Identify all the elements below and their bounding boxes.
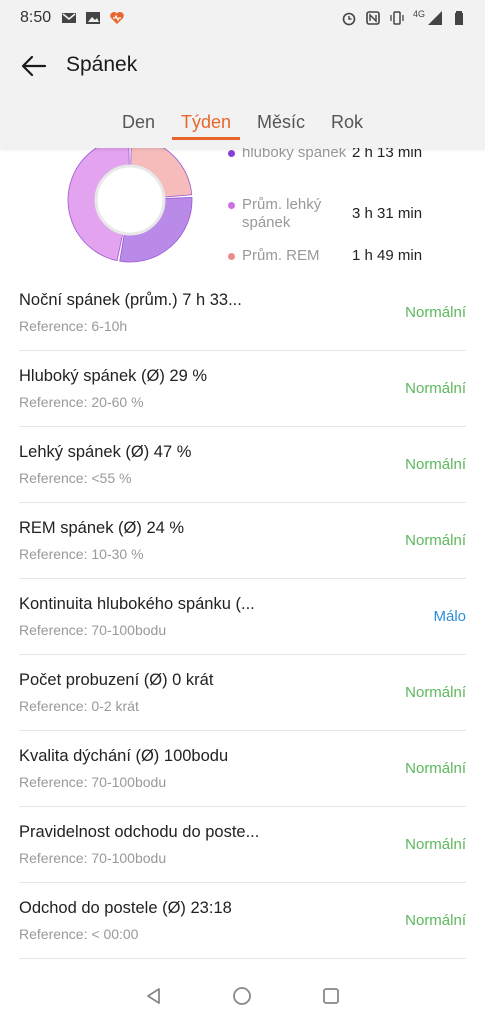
item-reference: Reference: <55 % <box>19 470 132 486</box>
item-title: Hluboký spánek (Ø) 29 % <box>19 367 208 385</box>
tab-day[interactable]: Den <box>109 106 168 140</box>
network-type-label: 4G <box>412 9 425 19</box>
system-nav-bar <box>0 968 485 1024</box>
legend-deep-sleep: hluboký spánek 2 h 13 min <box>228 148 422 162</box>
item-reference: Reference: 20-60 % <box>19 394 144 410</box>
sleep-content[interactable]: hluboký spánek 2 h 13 min Prům. lehký sp… <box>0 148 485 968</box>
item-reference: Reference: 0-2 krát <box>19 698 139 714</box>
legend-dot-deep <box>228 150 235 157</box>
status-time: 8:50 <box>20 9 52 26</box>
item-reference: Reference: 70-100bodu <box>19 774 167 790</box>
tab-year[interactable]: Rok <box>318 106 376 140</box>
list-item-bedtime-regularity[interactable]: Pravidelnost odchodu do poste... Referen… <box>19 807 466 883</box>
list-item-night-sleep[interactable]: Noční spánek (prům.) 7 h 33... Reference… <box>19 275 466 351</box>
list-item-bedtime[interactable]: Odchod do postele (Ø) 23:18 Reference: <… <box>19 883 466 959</box>
app-header: Spánek Den Týden Měsíc Rok <box>0 36 485 148</box>
legend-label-deep: hluboký spánek <box>242 148 347 161</box>
list-item-wake-count[interactable]: Počet probuzení (Ø) 0 krát Reference: 0-… <box>19 655 466 731</box>
battery-icon <box>455 11 463 25</box>
status-badge: Normální <box>405 304 466 321</box>
item-title: REM spánek (Ø) 24 % <box>19 519 185 537</box>
period-tabs: Den Týden Měsíc Rok <box>0 106 485 146</box>
nfc-icon <box>366 11 380 25</box>
legend-value-rem: 1 h 49 min <box>352 247 423 264</box>
list-item-breathing-quality[interactable]: Kvalita dýchání (Ø) 100bodu Reference: 7… <box>19 731 466 807</box>
legend-value-deep: 2 h 13 min <box>352 148 423 161</box>
item-title: Kontinuita hlubokého spánku (... <box>19 595 255 613</box>
nav-recents-button[interactable] <box>317 982 345 1010</box>
legend-rem: Prům. REM 1 h 49 min <box>228 247 422 265</box>
item-reference: Reference: 70-100bodu <box>19 622 167 638</box>
list-item-deep-sleep-continuity[interactable]: Kontinuita hlubokého spánku (... Referen… <box>19 579 466 655</box>
square-recents-icon <box>322 988 339 1004</box>
sleep-donut-chart <box>67 148 193 263</box>
item-reference: Reference: 70-100bodu <box>19 850 167 866</box>
back-button[interactable] <box>14 48 54 84</box>
status-badge: Normální <box>405 456 466 473</box>
item-title: Noční spánek (prům.) 7 h 33... <box>19 291 242 309</box>
sleep-structure-summary: hluboký spánek 2 h 13 min Prům. lehký sp… <box>0 148 485 272</box>
item-reference: Reference: 6-10h <box>19 318 128 334</box>
triangle-back-icon <box>147 988 161 1004</box>
legend-label-rem: Prům. REM <box>242 247 320 264</box>
item-title: Pravidelnost odchodu do poste... <box>19 823 260 841</box>
legend-dot-rem <box>228 253 235 260</box>
vibrate-icon <box>390 11 404 25</box>
legend-light-sleep: Prům. lehký spánek 3 h 31 min <box>228 196 422 232</box>
gallery-icon <box>86 12 101 24</box>
item-title: Odchod do postele (Ø) 23:18 <box>19 899 232 917</box>
list-item-rem-sleep[interactable]: REM spánek (Ø) 24 % Reference: 10-30 % N… <box>19 503 466 579</box>
circle-home-icon <box>233 987 252 1005</box>
legend-label-light: Prům. lehký spánek <box>242 196 322 231</box>
item-reference: Reference: 10-30 % <box>19 546 144 562</box>
arrow-left-icon <box>21 55 47 77</box>
status-bar: 8:50 4G <box>0 0 485 36</box>
item-reference: Reference: < 00:00 <box>19 926 139 942</box>
item-title: Kvalita dýchání (Ø) 100bodu <box>19 747 229 765</box>
legend-dot-light <box>228 202 235 209</box>
status-badge: Normální <box>405 836 466 853</box>
page-title: Spánek <box>66 53 138 76</box>
status-badge: Normální <box>405 684 466 701</box>
tab-week[interactable]: Týden <box>168 106 244 140</box>
gmail-icon <box>62 13 77 23</box>
donut-center <box>94 164 166 236</box>
signal-icon <box>428 11 442 25</box>
list-item-deep-sleep[interactable]: Hluboký spánek (Ø) 29 % Reference: 20-60… <box>19 351 466 427</box>
status-badge: Normální <box>405 532 466 549</box>
alarm-icon <box>342 12 356 26</box>
legend-value-light: 3 h 31 min <box>352 205 423 222</box>
health-app-icon <box>110 12 124 24</box>
item-title: Lehký spánek (Ø) 47 % <box>19 443 192 461</box>
list-item-light-sleep[interactable]: Lehký spánek (Ø) 47 % Reference: <55 % N… <box>19 427 466 503</box>
status-badge: Normální <box>405 380 466 397</box>
tab-month[interactable]: Měsíc <box>244 106 318 140</box>
status-badge: Normální <box>405 760 466 777</box>
status-badge: Málo <box>433 608 466 625</box>
nav-back-button[interactable] <box>140 982 168 1010</box>
status-badge: Normální <box>405 912 466 929</box>
sleep-metrics-list: Noční spánek (prům.) 7 h 33... Reference… <box>19 275 466 959</box>
item-title: Počet probuzení (Ø) 0 krát <box>19 671 214 689</box>
nav-home-button[interactable] <box>228 982 256 1010</box>
